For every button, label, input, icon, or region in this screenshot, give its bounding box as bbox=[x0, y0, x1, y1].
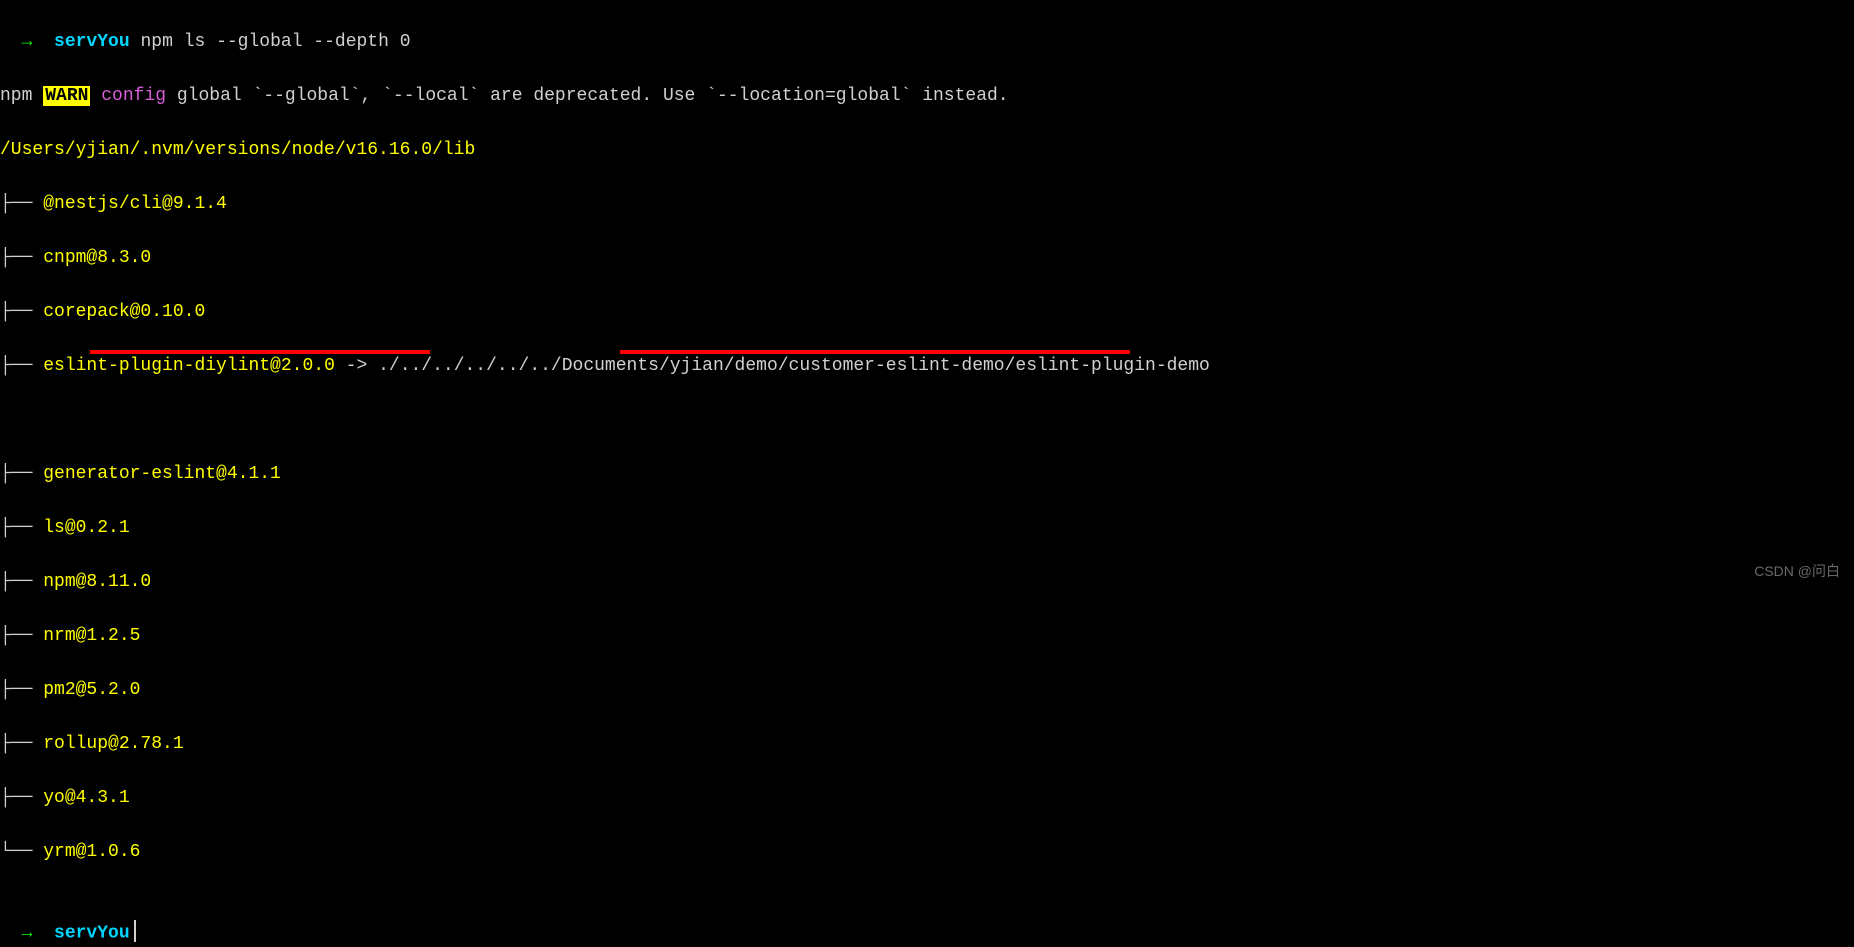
config-label: config bbox=[101, 86, 166, 106]
package: nrm@1.2.5 bbox=[43, 626, 140, 646]
tree-branch-icon: ├── bbox=[0, 464, 43, 484]
underline-annotation bbox=[620, 350, 1130, 354]
prompt-arrow-icon: → bbox=[22, 923, 33, 943]
tree-branch-icon: ├── bbox=[0, 626, 43, 646]
package-line: ├── pm2@5.2.0 bbox=[0, 650, 1854, 704]
package: rollup@2.78.1 bbox=[43, 734, 183, 754]
tree-branch-icon: ├── bbox=[0, 356, 43, 376]
package: generator-eslint@4.1.1 bbox=[43, 464, 281, 484]
tree-branch-icon: ├── bbox=[0, 302, 43, 322]
package: cnpm@8.3.0 bbox=[43, 248, 151, 268]
package: yo@4.3.1 bbox=[43, 788, 129, 808]
cursor-icon bbox=[134, 920, 136, 942]
prompt-line[interactable]: → servYou npm ls --global --depth 0 bbox=[0, 2, 1854, 56]
watermark: CSDN @问白 bbox=[1754, 561, 1840, 582]
deprecation-message: global `--global`, `--local` are depreca… bbox=[177, 86, 1009, 106]
tree-branch-icon: ├── bbox=[0, 248, 43, 268]
package-line: ├── @nestjs/cli@9.1.4 bbox=[0, 164, 1854, 218]
prompt-arrow-icon: → bbox=[22, 32, 33, 52]
blank-line bbox=[0, 866, 1854, 893]
tree-branch-last-icon: └── bbox=[0, 842, 43, 862]
prompt-host: servYou bbox=[54, 923, 130, 943]
package: corepack@0.10.0 bbox=[43, 302, 205, 322]
package-line: ├── generator-eslint@4.1.1 bbox=[0, 434, 1854, 488]
link-target-path: ./../../../../../Documents/yjian/demo/cu… bbox=[378, 356, 1210, 376]
package: npm@8.11.0 bbox=[43, 572, 151, 592]
link-arrow-icon: -> bbox=[335, 356, 378, 376]
tree-branch-icon: ├── bbox=[0, 680, 43, 700]
npm-label: npm bbox=[0, 86, 32, 106]
package-line: ├── nrm@1.2.5 bbox=[0, 596, 1854, 650]
package-line-last: └── yrm@1.0.6 bbox=[0, 812, 1854, 866]
package-line: ├── yo@4.3.1 bbox=[0, 758, 1854, 812]
tree-branch-icon: ├── bbox=[0, 194, 43, 214]
package-line: ├── corepack@0.10.0 bbox=[0, 272, 1854, 326]
package: ls@0.2.1 bbox=[43, 518, 129, 538]
package: yrm@1.0.6 bbox=[43, 842, 140, 862]
root-path-line: /Users/yjian/.nvm/versions/node/v16.16.0… bbox=[0, 110, 1854, 164]
package-line: ├── rollup@2.78.1 bbox=[0, 704, 1854, 758]
package: pm2@5.2.0 bbox=[43, 680, 140, 700]
tree-branch-icon: ├── bbox=[0, 572, 43, 592]
underline-annotation bbox=[90, 350, 430, 354]
root-path: /Users/yjian/.nvm/versions/node/v16.16.0… bbox=[0, 140, 475, 160]
prompt-host: servYou bbox=[54, 32, 130, 52]
package: @nestjs/cli@9.1.4 bbox=[43, 194, 227, 214]
package-line: ├── cnpm@8.3.0 bbox=[0, 218, 1854, 272]
package: eslint-plugin-diylint@2.0.0 bbox=[43, 356, 335, 376]
tree-branch-icon: ├── bbox=[0, 734, 43, 754]
command-text: npm ls --global --depth 0 bbox=[140, 32, 410, 52]
tree-branch-icon: ├── bbox=[0, 518, 43, 538]
package-line: ├── ls@0.2.1 bbox=[0, 488, 1854, 542]
tree-branch-icon: ├── bbox=[0, 788, 43, 808]
warn-badge: WARN bbox=[43, 86, 90, 106]
prompt-line-next[interactable]: → servYou bbox=[0, 893, 1854, 947]
warn-line: npm WARN config global `--global`, `--lo… bbox=[0, 56, 1854, 110]
package-line-linked: ├── eslint-plugin-diylint@2.0.0 -> ./../… bbox=[0, 326, 1854, 434]
